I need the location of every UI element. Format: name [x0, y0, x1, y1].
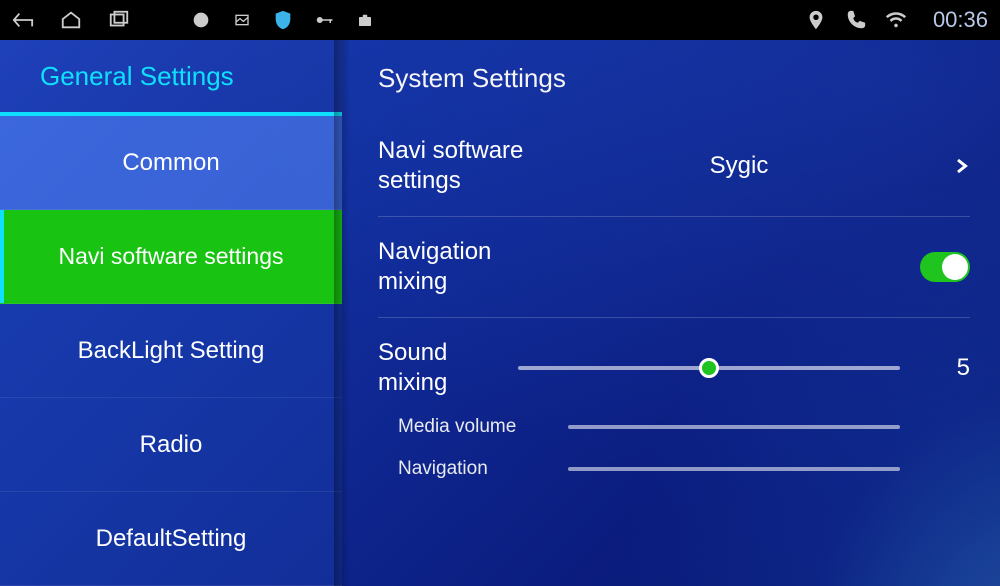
- sidebar-item-label: Radio: [130, 431, 213, 459]
- row-media-volume: Media volume: [378, 406, 970, 448]
- row-sound-mixing: Sound mixing 5: [378, 318, 970, 406]
- sidebar-item-navi-software[interactable]: Navi software settings: [0, 210, 342, 304]
- sidebar-item-default[interactable]: DefaultSetting: [0, 492, 342, 586]
- sidebar-header: General Settings: [0, 40, 342, 116]
- row-label: Navigation mixing: [378, 237, 558, 297]
- clock: 00:36: [933, 7, 988, 33]
- home-icon[interactable]: [60, 9, 82, 31]
- back-icon[interactable]: [12, 9, 34, 31]
- sidebar-item-label: BackLight Setting: [68, 337, 275, 365]
- row-navigation-volume: Navigation: [378, 448, 970, 490]
- sidebar-item-label: DefaultSetting: [86, 525, 257, 553]
- shield-icon: [272, 9, 294, 31]
- location-icon: [805, 9, 827, 31]
- slider-sound-mixing[interactable]: [518, 360, 900, 376]
- main-header-label: System Settings: [378, 63, 566, 94]
- row-label: Sound mixing: [378, 338, 508, 398]
- sidebar-item-label: Navi software settings: [49, 243, 294, 270]
- slider-thumb[interactable]: [699, 358, 719, 378]
- sidebar-item-radio[interactable]: Radio: [0, 398, 342, 492]
- recents-icon[interactable]: [108, 9, 130, 31]
- image-icon: [234, 12, 250, 28]
- key-icon: [316, 14, 334, 26]
- toggle-knob: [942, 254, 968, 280]
- sidebar-item-common[interactable]: Common: [0, 116, 342, 210]
- toggle-navigation-mixing[interactable]: [920, 252, 970, 282]
- wifi-icon: [885, 9, 907, 31]
- slider-value: 5: [920, 354, 970, 382]
- row-label: Navi software settings: [378, 136, 558, 196]
- row-navi-software[interactable]: Navi software settings Sygic: [378, 116, 970, 217]
- volume-bar-media[interactable]: [568, 425, 900, 429]
- sub-label: Media volume: [398, 416, 568, 438]
- briefcase-icon: [356, 11, 374, 29]
- chevron-right-icon: [920, 152, 970, 180]
- phone-icon: [845, 9, 867, 31]
- sub-label: Navigation: [398, 458, 568, 480]
- app-icon-1: [190, 9, 212, 31]
- main-panel: System Settings Navi software settings S…: [342, 40, 1000, 586]
- sidebar: General Settings Common Navi software se…: [0, 40, 342, 586]
- sidebar-header-label: General Settings: [40, 61, 234, 92]
- sidebar-item-label: Common: [112, 149, 229, 177]
- sidebar-item-backlight[interactable]: BackLight Setting: [0, 304, 342, 398]
- status-bar: 00:36: [0, 0, 1000, 40]
- main-header: System Settings: [378, 40, 970, 116]
- row-value: Sygic: [558, 152, 920, 180]
- row-navigation-mixing: Navigation mixing: [378, 217, 970, 318]
- volume-bar-navigation[interactable]: [568, 467, 900, 471]
